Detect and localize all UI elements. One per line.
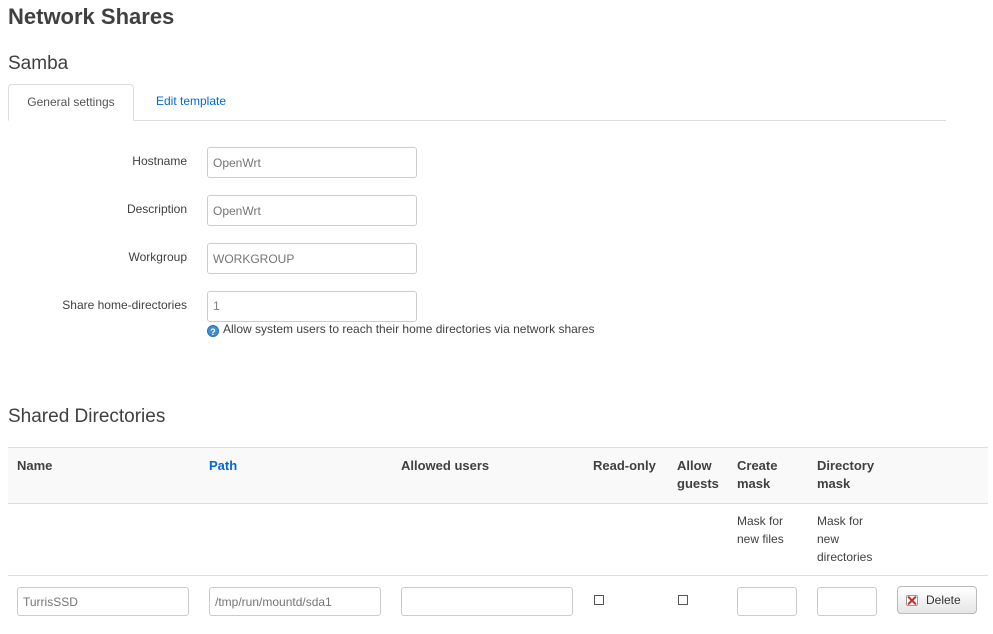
delete-button[interactable]: Delete [897, 586, 977, 614]
share-home-help: ? Allow system users to reach their home … [207, 322, 594, 337]
tab-general-settings[interactable]: General settings [8, 84, 134, 121]
description-label: Description [126, 202, 187, 216]
share-name-input[interactable] [17, 587, 189, 616]
allow-guests-checkbox[interactable] [678, 595, 688, 605]
hostname-input[interactable] [207, 147, 417, 178]
shared-directories-title: Shared Directories [8, 406, 166, 427]
directory-mask-input[interactable] [817, 587, 877, 616]
column-header-create-mask: Create mask [737, 458, 778, 491]
tab-edit-template[interactable]: Edit template [141, 84, 241, 119]
delete-icon [906, 595, 918, 606]
tab-bar: General settings Edit template [8, 84, 946, 121]
column-header-read-only: Read-only [593, 458, 656, 473]
directory-mask-description: Mask for new directories [817, 514, 873, 564]
hostname-label: Hostname [132, 154, 187, 168]
page-title: Network Shares [8, 4, 175, 29]
column-header-path[interactable]: Path [209, 457, 237, 475]
section-title: Samba [8, 53, 69, 74]
workgroup-input[interactable] [207, 243, 417, 274]
help-icon: ? [207, 325, 219, 337]
description-input[interactable] [207, 195, 417, 226]
workgroup-label: Workgroup [128, 250, 187, 264]
share-home-input[interactable]: 1 [207, 291, 417, 322]
delete-button-label: Delete [926, 593, 961, 607]
column-header-directory-mask: Directory mask [817, 458, 875, 491]
column-header-allowed-users: Allowed users [401, 458, 490, 473]
allowed-users-input[interactable] [401, 587, 573, 616]
share-home-label: Share home-directories [62, 298, 187, 312]
share-home-help-text: Allow system users to reach their home d… [223, 322, 595, 336]
create-mask-description: Mask for new files [737, 514, 784, 546]
share-path-input[interactable] [209, 587, 381, 616]
create-mask-input[interactable] [737, 587, 797, 616]
column-header-allow-guests: Allow guests [677, 458, 719, 491]
column-header-name: Name [17, 458, 53, 473]
read-only-checkbox[interactable] [594, 595, 604, 605]
